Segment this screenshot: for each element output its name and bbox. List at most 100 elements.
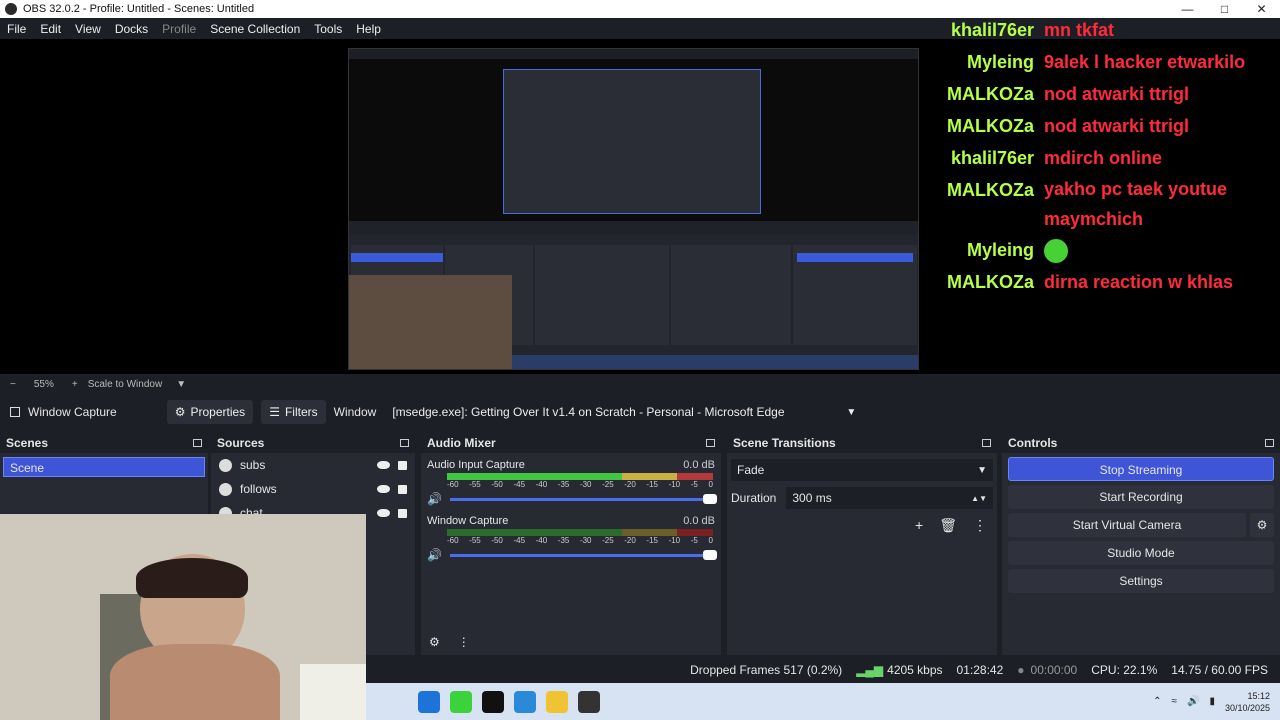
bitrate: 4205 kbps	[887, 663, 943, 677]
source-name: subs	[240, 458, 266, 472]
menu-view[interactable]: View	[68, 22, 108, 36]
eye-icon[interactable]	[377, 485, 390, 493]
kick-icon[interactable]	[450, 690, 472, 713]
zoom-out-button[interactable]: −	[10, 379, 16, 390]
volume-slider[interactable]	[449, 549, 717, 560]
obs-taskbar-icon[interactable]	[578, 690, 600, 713]
menu-profile[interactable]: Profile	[155, 22, 203, 36]
start-recording-button[interactable]: Start Recording	[1008, 485, 1274, 509]
add-icon[interactable]: +	[915, 517, 923, 534]
chat-text: dirna reaction w khlas	[1044, 272, 1234, 292]
source-icon	[219, 458, 232, 472]
zoom-in-button[interactable]: +	[72, 379, 78, 390]
mixer-channel: Window Capture 0.0 dB -60 -55 -50 -45 -40 -35…	[427, 513, 717, 565]
duration-value: 300 ms	[792, 491, 832, 505]
menu-help[interactable]: Help	[349, 22, 388, 36]
folder-icon[interactable]	[546, 690, 568, 713]
controls-title: Controls	[1008, 436, 1058, 450]
scenes-title: Scenes	[6, 436, 49, 450]
source-item[interactable]: subs	[211, 453, 415, 477]
virtual-camera-settings-icon[interactable]: ⚙	[1250, 513, 1274, 537]
menu-file[interactable]: File	[0, 22, 33, 36]
nested-menu-bar	[349, 49, 918, 59]
window-label: Window	[333, 405, 377, 419]
chat-text: 9alek l hacker etwarkilo	[1044, 52, 1246, 72]
stream-time: 01:28:42	[956, 663, 1004, 677]
lock-icon[interactable]	[398, 484, 407, 494]
studio-mode-button[interactable]: Studio Mode	[1008, 541, 1274, 565]
transition-select[interactable]: Fade ▼	[731, 459, 993, 481]
window-select[interactable]: [msedge.exe]: Getting Over It v1.4 on Sc…	[384, 400, 865, 424]
zoom-dropdown-icon[interactable]: ▼	[176, 379, 186, 390]
speaker-icon[interactable]: 🔊	[427, 492, 442, 506]
scene-item[interactable]: Scene	[3, 457, 205, 477]
clock[interactable]: 15:12 30/10/2025	[1225, 690, 1270, 714]
chat-message: MALKOZa yakho pc taek youtue maymchich	[938, 174, 1268, 234]
record-icon: ●	[1017, 663, 1025, 677]
undock-icon[interactable]	[400, 439, 409, 447]
clock-time: 15:12	[1247, 690, 1270, 701]
nested-controls-panel	[793, 245, 917, 345]
undock-icon[interactable]	[982, 439, 991, 447]
spinner-icon[interactable]: ▲▼	[971, 494, 987, 503]
battery-icon[interactable]: ▮	[1209, 696, 1215, 707]
window-select-value: [msedge.exe]: Getting Over It v1.4 on Sc…	[392, 405, 785, 419]
window-capture-icon	[10, 407, 20, 417]
chat-username: khalil76er	[950, 148, 1034, 168]
more-icon[interactable]: ⋮	[458, 635, 470, 649]
chevron-down-icon: ▼	[846, 406, 857, 418]
lock-icon[interactable]	[398, 508, 407, 518]
undock-icon[interactable]	[1265, 439, 1274, 447]
selected-source-name: Window Capture	[28, 405, 117, 419]
preview-canvas[interactable]	[348, 48, 919, 370]
more-icon[interactable]: ⋮	[973, 517, 987, 534]
transitions-dock: Scene Transitions Fade ▼ Duration 300 ms…	[727, 433, 997, 655]
sources-title: Sources	[217, 436, 265, 450]
scale-to-window[interactable]: Scale to Window	[88, 379, 162, 390]
eye-icon[interactable]	[377, 509, 390, 517]
eye-icon[interactable]	[377, 461, 390, 469]
filters-button[interactable]: ☰ Filters	[261, 400, 326, 424]
tray-chevron-icon[interactable]: ⌃	[1153, 696, 1161, 707]
nested-transitions-panel	[671, 245, 791, 345]
source-item[interactable]: follows	[211, 477, 415, 501]
wifi-icon[interactable]: ≈	[1171, 696, 1177, 707]
duration-input[interactable]: 300 ms ▲▼	[786, 487, 993, 509]
mixer-settings-icon[interactable]: ⚙	[429, 635, 440, 649]
start-virtual-camera-button[interactable]: Start Virtual Camera	[1008, 513, 1246, 537]
chat-message: khalil76er mdirch online	[938, 142, 1268, 174]
nested-taskbar	[512, 355, 918, 369]
properties-button[interactable]: ⚙ Properties	[166, 400, 254, 424]
duration-label: Duration	[731, 491, 777, 505]
chat-message: MALKOZa dirna reaction w khlas	[938, 266, 1268, 298]
menu-edit[interactable]: Edit	[33, 22, 68, 36]
channel-name: Audio Input Capture	[427, 459, 525, 471]
zoom-value: 55%	[33, 378, 54, 390]
volume-slider[interactable]	[449, 493, 717, 504]
source-icon	[219, 482, 232, 496]
menu-tools[interactable]: Tools	[307, 22, 349, 36]
signal-icon: ▂▄▆	[856, 663, 884, 677]
stop-streaming-button[interactable]: Stop Streaming	[1008, 457, 1274, 481]
volume-icon[interactable]: 🔊	[1187, 696, 1199, 707]
filters-label: Filters	[284, 405, 318, 419]
speaker-icon[interactable]: 🔊	[427, 548, 442, 562]
lock-icon[interactable]	[398, 460, 407, 470]
chat-username: khalil76er	[950, 20, 1034, 40]
windows-start-icon[interactable]	[418, 690, 440, 713]
chat-username: MALKOZa	[947, 272, 1034, 292]
menu-scene-collection[interactable]: Scene Collection	[203, 22, 307, 36]
menu-docks[interactable]: Docks	[108, 22, 155, 36]
smile-emoji-icon	[1044, 239, 1068, 264]
chevron-down-icon: ▼	[977, 464, 987, 476]
mixer-channel: Audio Input Capture 0.0 dB -60 -55 -50 -45-…	[427, 457, 717, 509]
undock-icon[interactable]	[706, 439, 715, 447]
clock-date: 30/10/2025	[1224, 702, 1270, 713]
channel-db: 0.0 dB	[683, 515, 715, 527]
undock-icon[interactable]	[193, 439, 202, 447]
tiktok-icon[interactable]	[482, 690, 504, 713]
settings-button[interactable]: Settings	[1008, 569, 1274, 593]
edge-icon[interactable]	[514, 690, 536, 713]
trash-icon[interactable]: 🗑	[939, 517, 957, 534]
gear-icon: ⚙	[174, 405, 186, 419]
